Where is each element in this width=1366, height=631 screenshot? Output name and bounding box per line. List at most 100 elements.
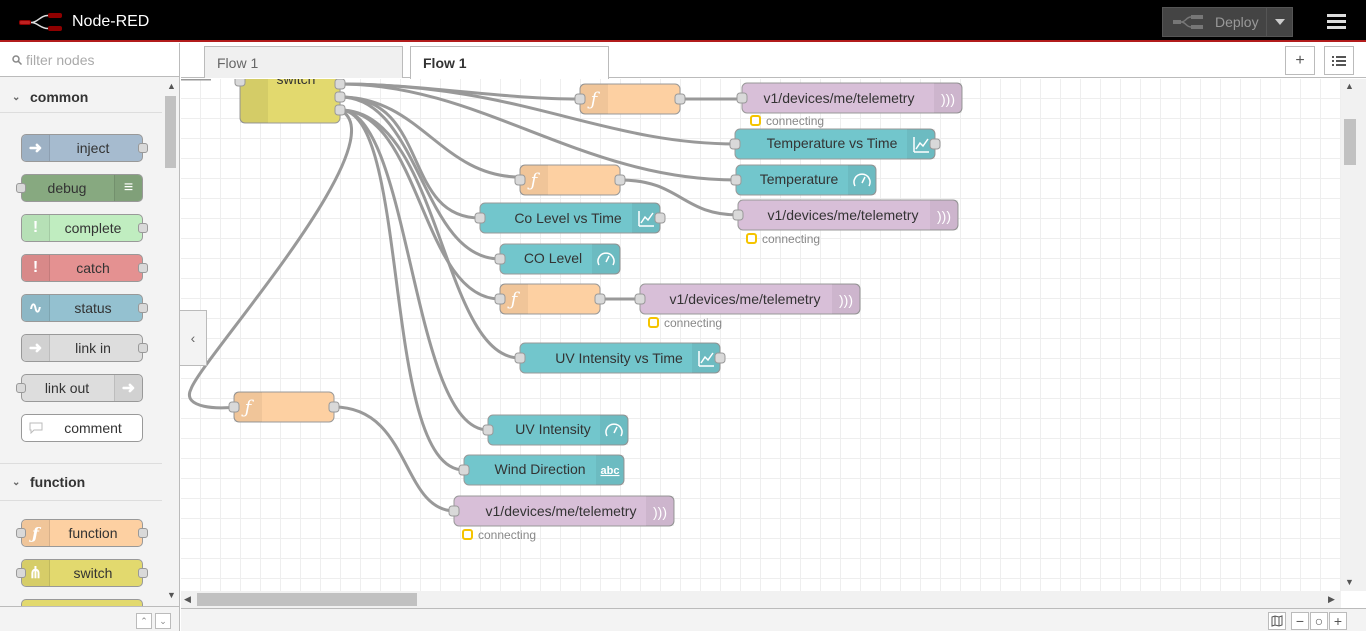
switch-icon: ⋔ bbox=[22, 560, 50, 586]
scroll-up-icon[interactable]: ▲ bbox=[1345, 81, 1354, 91]
zoom-in-button[interactable]: + bbox=[1329, 612, 1347, 630]
palette-node-debug[interactable]: debug ≡ bbox=[16, 174, 143, 202]
flow-node-chart[interactable]: Co Level vs Time bbox=[474, 202, 666, 234]
expand-all-button[interactable]: ⌄ bbox=[155, 613, 171, 629]
flow-node-switch[interactable]: switch bbox=[234, 79, 346, 124]
flow-node-function[interactable]: ƒ bbox=[514, 164, 626, 196]
zoom-out-button[interactable]: − bbox=[1291, 612, 1309, 630]
output-port bbox=[138, 568, 148, 578]
flow-node-chart[interactable]: UV Intensity vs Time bbox=[514, 342, 726, 374]
tab-flow-1-active[interactable]: Flow 1 bbox=[410, 46, 609, 79]
flow-node-gauge[interactable]: UV Intensity bbox=[482, 414, 629, 446]
scrollbar-thumb[interactable] bbox=[165, 96, 176, 168]
status-text: connecting bbox=[478, 528, 536, 542]
scroll-left-icon[interactable]: ◀ bbox=[184, 594, 191, 605]
flow-node-gauge[interactable]: Temperature bbox=[730, 164, 877, 196]
scroll-down-icon[interactable]: ▼ bbox=[1345, 577, 1354, 587]
zoom-reset-button[interactable]: ○ bbox=[1310, 612, 1328, 630]
main-menu-button[interactable] bbox=[1327, 14, 1346, 30]
node-label: UV Intensity bbox=[515, 421, 590, 437]
workspace-vertical-scrollbar[interactable]: ▲ ▼ bbox=[1341, 79, 1366, 591]
status-text: connecting bbox=[664, 316, 722, 330]
flow-node-function[interactable]: ƒ bbox=[494, 283, 606, 315]
category-label: function bbox=[30, 474, 86, 490]
status-text: connecting bbox=[762, 232, 820, 246]
navigator-button[interactable] bbox=[1268, 612, 1286, 630]
flow-node-mqtt-out[interactable]: v1/devices/me/telemetry ))) connecting bbox=[732, 199, 959, 246]
flow-workspace[interactable]: switch ƒ ƒ ƒ ƒ v1/devices/me/telemetry)… bbox=[181, 79, 1341, 591]
sidebar-toggle-button[interactable]: ‹ bbox=[180, 310, 207, 366]
node-label: v1/devices/me/telemetry bbox=[670, 291, 821, 307]
palette-node-catch[interactable]: ! catch bbox=[21, 254, 148, 282]
node-label: CO Level bbox=[524, 250, 582, 266]
palette-node-status[interactable]: ∿ status bbox=[21, 294, 148, 322]
mqtt-icon: ))) bbox=[839, 292, 853, 308]
category-label: common bbox=[30, 88, 89, 105]
deploy-button[interactable]: Deploy bbox=[1162, 7, 1293, 37]
flow-node-mqtt-out[interactable]: v1/devices/me/telemetry ))) connecting bbox=[634, 283, 861, 330]
flow-node-chart[interactable]: Temperature vs Time bbox=[729, 128, 941, 160]
palette-node-link-in[interactable]: ➜ link in bbox=[21, 334, 148, 362]
node-label: Co Level vs Time bbox=[514, 210, 622, 226]
palette: filter nodes ⌄ common ➜ inject debug ≡ !… bbox=[0, 43, 180, 631]
node-label: v1/devices/me/telemetry bbox=[768, 207, 919, 223]
input-port bbox=[234, 79, 246, 87]
status-dot-icon bbox=[746, 233, 757, 244]
deploy-dropdown-button[interactable] bbox=[1266, 8, 1292, 36]
deploy-label: Deploy bbox=[1215, 14, 1259, 30]
palette-node-function[interactable]: ƒ function bbox=[16, 519, 148, 547]
scroll-right-icon[interactable]: ▶ bbox=[1328, 594, 1335, 605]
scrollbar-thumb[interactable] bbox=[1344, 119, 1356, 165]
mqtt-icon: ))) bbox=[941, 91, 955, 107]
flow-node-function[interactable]: ƒ bbox=[574, 83, 686, 115]
collapse-all-button[interactable]: ⌃ bbox=[136, 613, 152, 629]
circle-icon: ○ bbox=[1314, 613, 1324, 629]
flow-list-button[interactable] bbox=[1324, 46, 1354, 75]
workspace-footer: − ○ + bbox=[181, 608, 1366, 631]
flow-node-mqtt-out[interactable]: v1/devices/me/telemetry ))) connecting bbox=[736, 82, 963, 128]
workspace-tabs: Flow 1 Flow 1 + bbox=[181, 43, 1366, 79]
palette-node-link-out[interactable]: link out ➜ bbox=[16, 374, 143, 402]
workspace-horizontal-scrollbar[interactable]: ◀ ▶ bbox=[181, 591, 1341, 608]
palette-node-inject[interactable]: ➜ inject bbox=[21, 134, 148, 162]
node-label: v1/devices/me/telemetry bbox=[764, 90, 915, 106]
palette-scrollbar[interactable]: ▲ ▼ bbox=[163, 78, 179, 603]
palette-category-common[interactable]: ⌄ common bbox=[0, 81, 162, 113]
flow-node-mqtt-out[interactable]: v1/devices/me/telemetry ))) connecting bbox=[448, 495, 675, 542]
node-label: Temperature vs Time bbox=[767, 135, 898, 151]
palette-node-complete[interactable]: ! complete bbox=[21, 214, 148, 242]
function-icon: ƒ bbox=[22, 520, 50, 546]
scroll-down-icon[interactable]: ▼ bbox=[167, 590, 176, 600]
search-input[interactable]: filter nodes bbox=[26, 52, 94, 68]
tab-flow-1[interactable]: Flow 1 bbox=[204, 46, 403, 78]
output-port bbox=[334, 79, 346, 90]
status-dot-icon bbox=[648, 317, 659, 328]
output-port bbox=[138, 528, 148, 538]
input-port bbox=[16, 568, 26, 578]
node-label: v1/devices/me/telemetry bbox=[486, 503, 637, 519]
comment-icon bbox=[22, 415, 50, 441]
deploy-icon bbox=[1173, 15, 1203, 29]
wire bbox=[339, 95, 501, 261]
inject-icon: ➜ bbox=[22, 135, 50, 161]
list-icon bbox=[1332, 55, 1346, 66]
wire bbox=[333, 405, 456, 513]
palette-footer: ⌃ ⌄ bbox=[0, 606, 179, 631]
scroll-up-icon[interactable]: ▲ bbox=[167, 81, 176, 91]
output-port bbox=[334, 91, 346, 103]
flow-node-gauge[interactable]: CO Level bbox=[494, 243, 621, 275]
add-flow-button[interactable]: + bbox=[1285, 46, 1315, 75]
palette-category-function[interactable]: ⌄ function bbox=[0, 463, 162, 501]
hamburger-bar bbox=[1327, 20, 1346, 23]
app-title: Node-RED bbox=[72, 13, 150, 30]
mqtt-icon: ))) bbox=[937, 208, 951, 224]
flow-node-text[interactable]: Wind Direction abc bbox=[458, 454, 625, 486]
input-port bbox=[16, 183, 26, 193]
palette-node-comment[interactable]: comment bbox=[21, 414, 143, 442]
input-port bbox=[16, 528, 26, 538]
scrollbar-thumb[interactable] bbox=[197, 593, 417, 606]
palette-search[interactable]: filter nodes bbox=[0, 43, 179, 77]
palette-node-switch[interactable]: ⋔ switch bbox=[16, 559, 148, 587]
output-port bbox=[138, 343, 148, 353]
flow-node-function[interactable]: ƒ bbox=[228, 391, 340, 423]
